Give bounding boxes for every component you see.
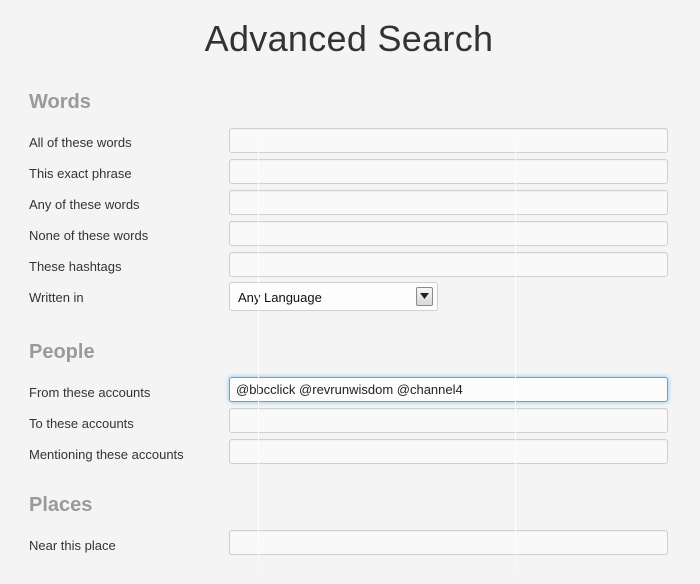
language-label: Written in [29, 290, 84, 305]
from-accounts-input[interactable] [229, 377, 668, 402]
hashtags-label: These hashtags [29, 259, 122, 274]
near-place-label: Near this place [29, 538, 116, 553]
from-accounts-label: From these accounts [29, 385, 151, 400]
to-accounts-input[interactable] [229, 408, 668, 433]
to-accounts-label: To these accounts [29, 416, 134, 431]
background-streak [258, 120, 259, 584]
language-select[interactable]: Any Language [229, 282, 438, 311]
section-heading-places: Places [29, 494, 93, 516]
mentioning-accounts-label: Mentioning these accounts [29, 447, 184, 462]
section-heading-people: People [29, 341, 95, 363]
mentioning-accounts-input[interactable] [229, 439, 668, 464]
all-words-label: All of these words [29, 135, 132, 150]
background-streak [515, 120, 516, 584]
all-words-input[interactable] [229, 128, 668, 153]
any-words-label: Any of these words [29, 197, 140, 212]
chevron-down-icon[interactable] [416, 287, 433, 306]
none-words-input[interactable] [229, 221, 668, 246]
language-select-value: Any Language [238, 290, 322, 305]
hashtags-input[interactable] [229, 252, 668, 277]
near-place-input[interactable] [229, 530, 668, 555]
page-title: Advanced Search [204, 18, 494, 59]
section-heading-words: Words [29, 91, 91, 113]
exact-phrase-label: This exact phrase [29, 166, 132, 181]
none-words-label: None of these words [29, 228, 149, 243]
any-words-input[interactable] [229, 190, 668, 215]
exact-phrase-input[interactable] [229, 159, 668, 184]
